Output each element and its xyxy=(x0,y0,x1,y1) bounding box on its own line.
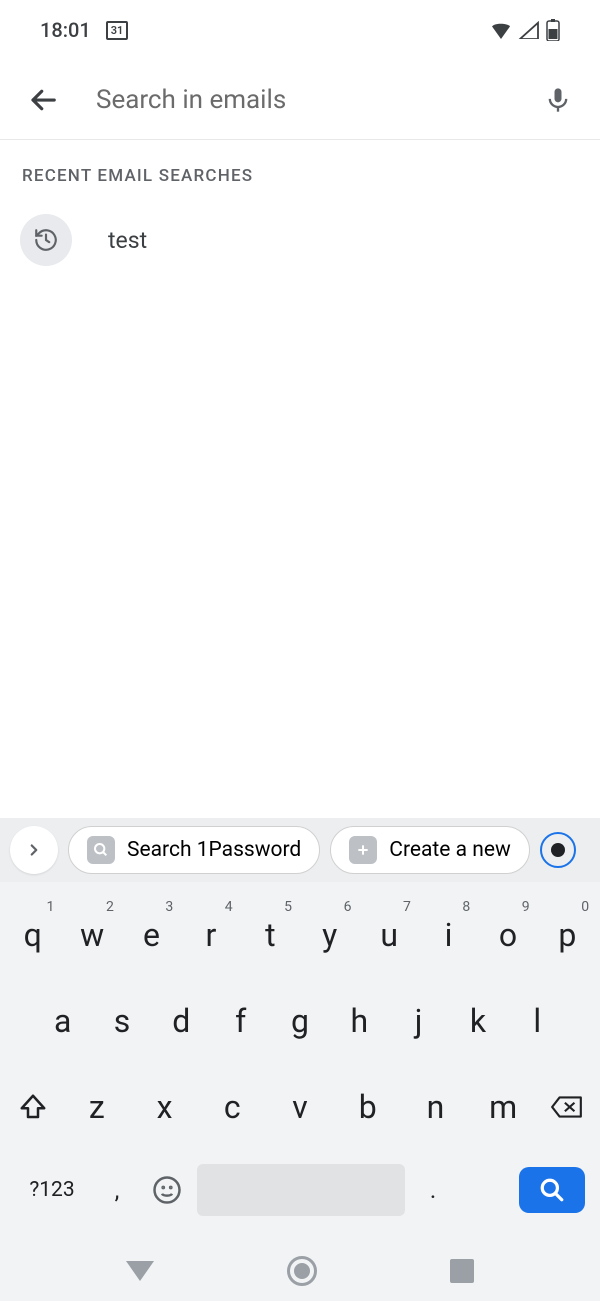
recent-search-item[interactable]: test xyxy=(0,196,600,284)
space-key[interactable] xyxy=(197,1164,405,1216)
battery-icon xyxy=(546,19,560,41)
back-arrow-icon[interactable] xyxy=(28,85,58,115)
key-r[interactable]: 4r xyxy=(181,916,240,954)
key-k[interactable]: k xyxy=(448,1002,507,1040)
backspace-key[interactable] xyxy=(537,1093,597,1121)
nav-back-icon[interactable] xyxy=(126,1261,154,1281)
key-j[interactable]: j xyxy=(389,1002,448,1040)
key-n[interactable]: n xyxy=(402,1088,470,1126)
suggestion-bar: Search 1Password Create a new xyxy=(0,818,600,882)
search-input[interactable] xyxy=(96,85,544,115)
navigation-bar xyxy=(0,1241,600,1301)
suggestion-label: Search 1Password xyxy=(127,838,301,862)
key-row-bottom: ?123 , . xyxy=(3,1150,597,1230)
key-g[interactable]: g xyxy=(270,1002,329,1040)
key-m[interactable]: m xyxy=(469,1088,537,1126)
key-h[interactable]: h xyxy=(330,1002,389,1040)
key-d[interactable]: d xyxy=(152,1002,211,1040)
signal-icon xyxy=(518,21,540,39)
key-row-2: a s d f g h j k l xyxy=(3,978,597,1064)
plus-icon xyxy=(349,836,377,864)
period-key[interactable]: . xyxy=(413,1176,453,1204)
expand-suggestions-button[interactable] xyxy=(10,826,58,874)
nav-home-icon[interactable] xyxy=(287,1256,317,1286)
key-t[interactable]: 5t xyxy=(241,916,300,954)
comma-key[interactable]: , xyxy=(97,1176,137,1204)
search-header xyxy=(0,60,600,140)
key-f[interactable]: f xyxy=(211,1002,270,1040)
key-o[interactable]: 9o xyxy=(478,916,537,954)
nav-recent-icon[interactable] xyxy=(450,1259,474,1283)
key-w[interactable]: 2w xyxy=(62,916,121,954)
search-icon xyxy=(87,836,115,864)
recent-searches-label: RECENT EMAIL SEARCHES xyxy=(0,140,600,196)
key-a[interactable]: a xyxy=(33,1002,92,1040)
key-i[interactable]: 8i xyxy=(419,916,478,954)
suggestion-label: Create a new xyxy=(389,838,511,862)
key-p[interactable]: 0p xyxy=(538,916,597,954)
status-bar: 18:01 31 xyxy=(0,0,600,60)
key-c[interactable]: c xyxy=(198,1088,266,1126)
key-y[interactable]: 6y xyxy=(300,916,359,954)
search-enter-key[interactable] xyxy=(519,1167,585,1213)
onepassword-icon[interactable] xyxy=(540,832,576,868)
calendar-icon: 31 xyxy=(106,21,129,40)
key-q[interactable]: 1q xyxy=(3,916,62,954)
key-l[interactable]: l xyxy=(508,1002,567,1040)
status-time: 18:01 xyxy=(40,18,91,42)
key-row-1: 1q 2w 3e 4r 5t 6y 7u 8i 9o 0p xyxy=(3,892,597,978)
wifi-icon xyxy=(490,21,512,39)
key-b[interactable]: b xyxy=(334,1088,402,1126)
history-icon xyxy=(20,214,72,266)
key-v[interactable]: v xyxy=(266,1088,334,1126)
keyboard: Search 1Password Create a new 1q 2w 3e 4… xyxy=(0,818,600,1301)
key-x[interactable]: x xyxy=(131,1088,199,1126)
suggestion-create-new[interactable]: Create a new xyxy=(330,826,530,874)
key-s[interactable]: s xyxy=(92,1002,151,1040)
key-e[interactable]: 3e xyxy=(122,916,181,954)
emoji-key[interactable] xyxy=(145,1175,189,1205)
key-row-3: z x c v b n m xyxy=(3,1064,597,1150)
key-u[interactable]: 7u xyxy=(359,916,418,954)
symbols-key[interactable]: ?123 xyxy=(15,1178,89,1202)
key-z[interactable]: z xyxy=(63,1088,131,1126)
recent-search-text: test xyxy=(108,227,147,254)
microphone-icon[interactable] xyxy=(544,86,572,114)
suggestion-search-1password[interactable]: Search 1Password xyxy=(68,826,320,874)
shift-key[interactable] xyxy=(3,1092,63,1122)
